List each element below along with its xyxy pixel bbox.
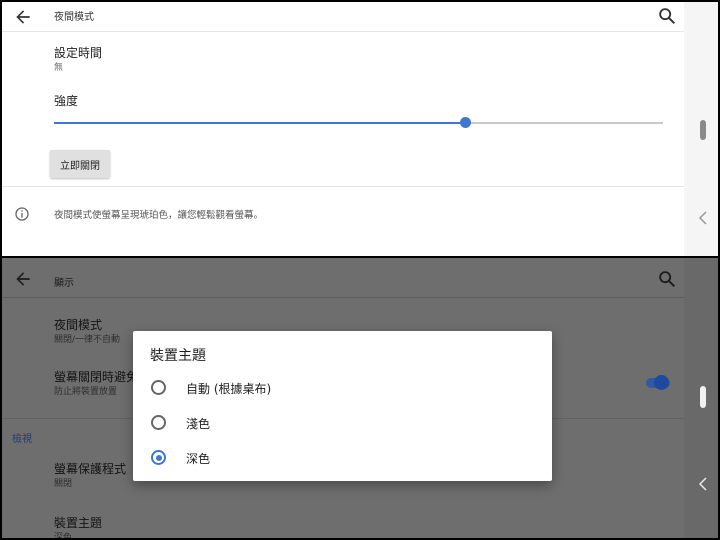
night-mode-content: 夜間模式 設定時間 無 強度 立即關閉 夜間模式使螢幕呈現琥珀色，讓您輕鬆觀看螢… (2, 2, 684, 256)
app-bar: 顯示 (2, 258, 684, 298)
info-icon (15, 207, 29, 221)
section-header: 檢視 (12, 434, 32, 445)
back-arrow-icon[interactable] (12, 269, 34, 289)
slider-thumb[interactable] (460, 117, 471, 128)
page-title: 顯示 (54, 278, 74, 289)
info-footer-text: 夜間模式使螢幕呈現琥珀色，讓您輕鬆觀看螢幕。 (54, 210, 264, 221)
radio-label: 深色 (186, 452, 211, 466)
chevron-left-icon[interactable] (697, 210, 709, 226)
list-item-subtitle: 關閉 (54, 479, 73, 489)
chevron-left-icon[interactable] (697, 476, 709, 492)
divider (2, 186, 684, 187)
radio-button[interactable] (151, 380, 166, 395)
list-item-subtitle: 深色 (54, 533, 73, 538)
side-navigation-bar (684, 2, 718, 256)
radio-button[interactable] (151, 415, 166, 430)
radio-option-dark[interactable]: 深色 (133, 442, 552, 474)
night-mode-screen: 夜間模式 設定時間 無 強度 立即關閉 夜間模式使螢幕呈現琥珀色，讓您輕鬆觀看螢… (2, 2, 718, 256)
list-item-title: 螢幕關閉時避免 (54, 370, 139, 384)
side-navigation-bar (684, 258, 718, 538)
turn-off-now-button[interactable]: 立即關閉 (50, 150, 110, 178)
back-arrow-icon[interactable] (12, 7, 34, 27)
slider-track-inactive (466, 122, 663, 124)
search-icon[interactable] (656, 5, 678, 27)
theme-dialog: 裝置主題 自動 (根據桌布) 淺色 深色 (133, 331, 552, 481)
list-item-title: 裝置主題 (54, 516, 103, 530)
search-icon[interactable] (656, 268, 678, 290)
radio-option-auto[interactable]: 自動 (根據桌布) (133, 372, 552, 404)
list-item-title: 夜間模式 (54, 318, 103, 332)
schedule-title: 設定時間 (54, 46, 103, 60)
slider-track-active (54, 122, 466, 124)
radio-label: 自動 (根據桌布) (186, 382, 272, 396)
dialog-title: 裝置主題 (150, 348, 206, 364)
radio-label: 淺色 (186, 417, 211, 431)
toggle-thumb (654, 375, 669, 390)
list-item-subtitle: 防止將裝置放置 (54, 387, 118, 397)
scrollbar-thumb[interactable] (700, 120, 706, 140)
intensity-title: 強度 (54, 94, 79, 108)
page-title: 夜間模式 (54, 12, 94, 23)
scrollbar-thumb[interactable] (700, 386, 706, 408)
radio-button-selected[interactable] (151, 450, 166, 465)
schedule-value: 無 (54, 63, 64, 73)
radio-option-light[interactable]: 淺色 (133, 407, 552, 439)
list-item-title: 螢幕保護程式 (54, 462, 127, 476)
app-bar: 夜間模式 (2, 2, 684, 32)
list-item-subtitle: 關閉/一律不自動 (54, 335, 121, 345)
